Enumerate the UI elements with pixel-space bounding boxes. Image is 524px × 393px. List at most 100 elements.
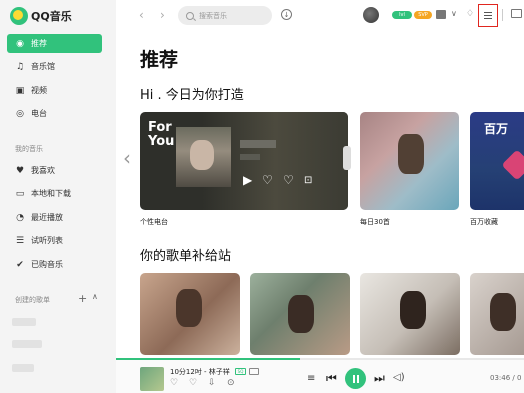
heart-icon: ♥ — [15, 165, 25, 176]
more-icon[interactable]: ⊙ — [227, 378, 235, 388]
clock-icon: ◔ — [16, 212, 24, 223]
carousel-left-arrow-icon[interactable]: ‹ — [123, 146, 131, 170]
quality-badge: SQ — [235, 368, 246, 375]
video-icon: ▣ — [15, 85, 25, 96]
sidebar-item-trial-list[interactable]: ☰ 试听列表 — [7, 231, 102, 250]
playback-time: 03:46 / 0 — [490, 374, 522, 382]
divider — [502, 9, 503, 21]
sidebar-item-recommend[interactable]: ◉ 推荐 — [7, 34, 102, 53]
back-arrow-icon[interactable]: ‹ — [139, 8, 144, 22]
play-icon[interactable]: ▶ — [243, 173, 252, 187]
check-circle-icon: ✔ — [16, 259, 24, 270]
carousel-scroll-handle[interactable] — [343, 146, 351, 170]
chevron-down-icon[interactable]: ∨ — [451, 9, 457, 18]
pause-bar — [356, 374, 359, 383]
sidebar: QQ音乐 ◉ 推荐 ♫ 音乐馆 ▣ 视频 ◎ 电台 我的音乐 ♥ 我喜欢 ▭ 本… — [0, 0, 116, 393]
avatar[interactable] — [363, 7, 379, 23]
main-menu-button[interactable] — [478, 4, 498, 27]
next-icon[interactable]: ⏭ — [374, 371, 385, 386]
radio-icon: ◎ — [16, 108, 24, 119]
playlist-cover-image — [288, 295, 314, 333]
pause-bar — [352, 374, 355, 383]
like-icon[interactable]: ♡ — [170, 378, 178, 388]
sidebar-item-label: 电台 — [31, 109, 47, 118]
pause-button[interactable] — [345, 368, 366, 389]
playlist-card[interactable] — [250, 273, 350, 355]
playlist-cover-image — [400, 291, 426, 329]
sidebar-item-video[interactable]: ▣ 视频 — [7, 81, 102, 100]
sidebar-item-radio[interactable]: ◎ 电台 — [7, 104, 102, 123]
sidebar-item-purchased[interactable]: ✔ 已购音乐 — [7, 255, 102, 274]
now-playing-cover[interactable] — [140, 367, 164, 391]
page-title: 推荐 — [140, 49, 179, 71]
my-music-heading: 我的音乐 — [15, 145, 43, 153]
qq-music-logo-icon — [10, 7, 28, 25]
card-label: 百万收藏 — [470, 218, 498, 226]
for-you-logo: For You — [148, 121, 174, 149]
play-mode-icon[interactable]: ≡ — [307, 373, 315, 384]
playlist-item[interactable] — [12, 318, 36, 326]
progress-fill — [116, 358, 300, 360]
skin-icon[interactable]: ♢ — [466, 9, 474, 19]
card-label: 个性电台 — [140, 218, 168, 226]
sidebar-item-label: 我喜欢 — [31, 166, 55, 175]
playlist-item[interactable] — [12, 340, 42, 348]
created-playlists-heading: 创建的歌单 — [15, 296, 50, 304]
download-song-icon[interactable]: ⇩ — [208, 378, 216, 388]
greeting-heading: Hi . 今日为你打造 — [140, 88, 244, 103]
search-icon — [186, 11, 194, 20]
recommend-icon: ◉ — [16, 38, 24, 49]
for-you-logo-line: You — [148, 134, 175, 149]
personal-radio-card[interactable]: For You ▶ ♡ ♡ ⊡ — [140, 112, 348, 210]
svip-badge[interactable]: SVP — [414, 11, 432, 19]
sidebar-item-local-download[interactable]: ▭ 本地和下载 — [7, 184, 102, 203]
playlist-card[interactable] — [470, 273, 524, 355]
radio-song-artist-blur — [240, 154, 260, 160]
for-you-logo-line: For — [148, 120, 172, 135]
like-heart-icon[interactable]: ♡ — [262, 173, 273, 187]
playlist-item[interactable] — [12, 364, 34, 372]
menu-line — [484, 18, 492, 19]
daily-cover-image — [398, 134, 424, 174]
search-input[interactable]: 搜索音乐 — [178, 6, 272, 25]
radio-cover-face — [190, 140, 214, 170]
app-logo[interactable]: QQ音乐 — [10, 7, 72, 25]
radio-mode-icon[interactable]: ⊡ — [304, 175, 312, 186]
search-placeholder: 搜索音乐 — [199, 11, 227, 20]
progress-bar[interactable] — [116, 358, 524, 360]
sidebar-item-label: 推荐 — [31, 39, 47, 48]
dislike-heart-icon[interactable]: ♡ — [283, 173, 294, 187]
forward-arrow-icon[interactable]: › — [160, 8, 165, 22]
sidebar-item-music-hall[interactable]: ♫ 音乐馆 — [7, 57, 102, 76]
playlist-cover-image — [490, 293, 516, 331]
hot-card-title: 百万 — [484, 122, 509, 136]
menu-line — [484, 15, 492, 16]
previous-icon[interactable]: ⏮ — [326, 371, 337, 386]
plus-icon[interactable]: + — [78, 292, 87, 305]
sidebar-item-label: 本地和下载 — [31, 189, 71, 198]
sidebar-item-favorites[interactable]: ♥ 我喜欢 — [7, 161, 102, 180]
music-note-icon: ♫ — [15, 61, 25, 72]
mv-icon[interactable] — [249, 368, 259, 375]
daily-30-card[interactable] — [360, 112, 459, 210]
level-badge[interactable]: lvl — [392, 11, 412, 19]
download-icon[interactable]: ↓ — [281, 9, 292, 20]
volume-icon[interactable]: ◁) — [393, 372, 405, 383]
sidebar-item-recent[interactable]: ◔ 最近播放 — [7, 208, 102, 227]
sidebar-item-label: 音乐馆 — [31, 62, 55, 71]
playlist-card[interactable] — [140, 273, 240, 355]
playlist-card[interactable] — [360, 273, 460, 355]
sidebar-item-label: 已购音乐 — [31, 260, 63, 269]
million-collect-card[interactable]: 百万 — [470, 112, 524, 210]
now-playing-title[interactable]: 10分12吋 - 林子祥 — [170, 367, 230, 377]
sidebar-item-label: 最近播放 — [31, 213, 63, 222]
vip-icon[interactable] — [436, 10, 446, 19]
chevron-up-icon[interactable]: ∧ — [92, 292, 98, 301]
playlist-icon: ☰ — [15, 235, 25, 246]
sidebar-item-label: 试听列表 — [31, 236, 63, 245]
dislike-icon[interactable]: ♡ — [189, 378, 197, 388]
app-name: QQ音乐 — [31, 10, 72, 23]
computer-icon: ▭ — [15, 188, 25, 199]
menu-line — [484, 12, 492, 13]
mini-mode-icon[interactable] — [511, 9, 522, 18]
